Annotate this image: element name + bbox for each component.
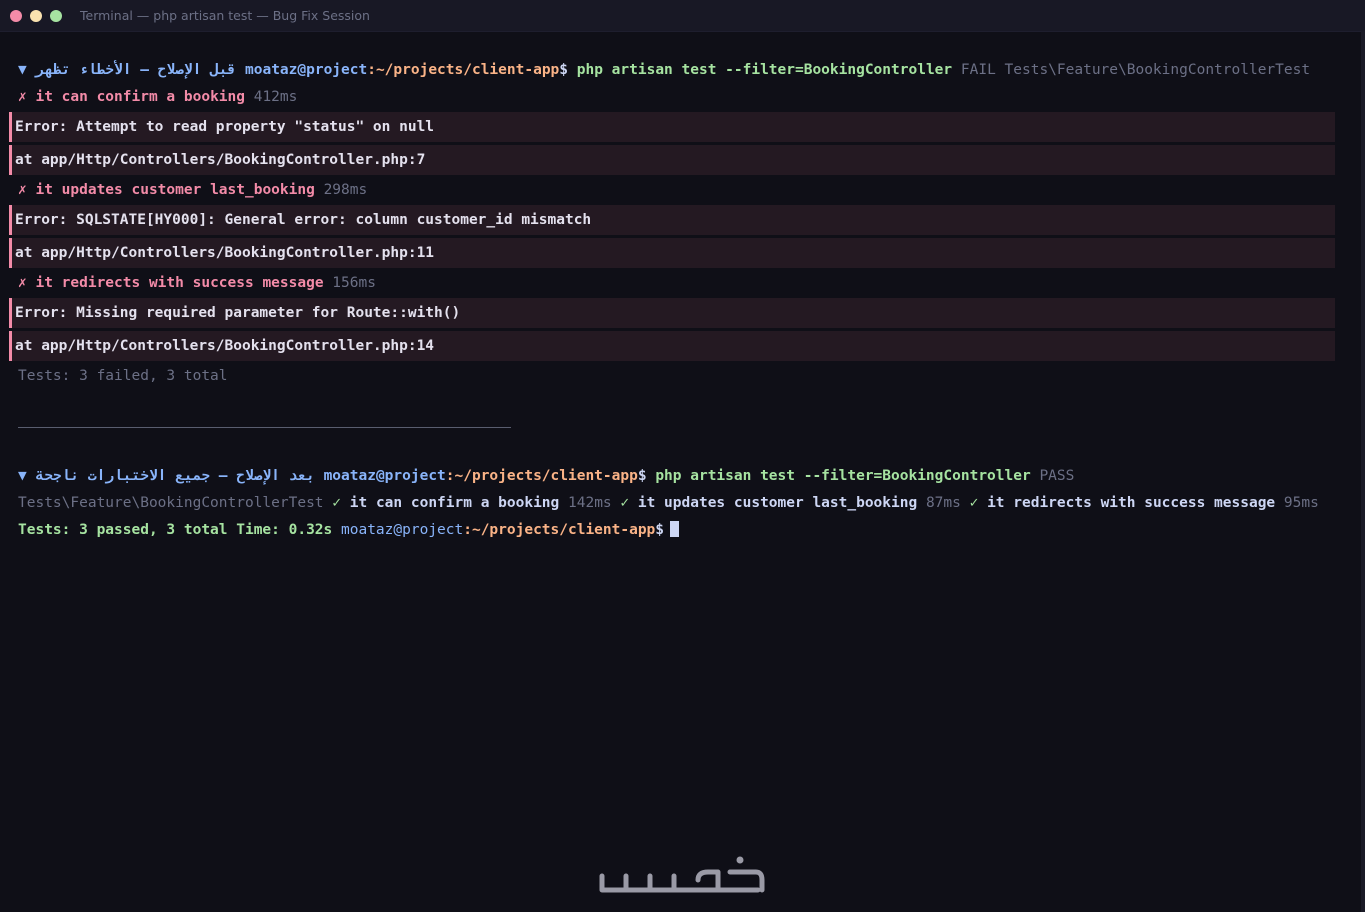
pass-check-icon: ✓: [969, 495, 979, 511]
error-location: at app/Http/Controllers/BookingControlle…: [9, 331, 1335, 361]
test-name: it redirects with success message: [987, 495, 1276, 511]
test-name: it updates customer last_booking: [35, 182, 315, 198]
error-location-text: at app/Http/Controllers/BookingControlle…: [15, 245, 435, 261]
error-message: Error: SQLSTATE[HY000]: General error: c…: [9, 205, 1335, 235]
after-heading: بعد الإصلاح — جميع الاختبارات ناجحة: [35, 468, 315, 484]
prompt-sign: $: [655, 522, 665, 538]
test-time: 156ms: [332, 275, 376, 291]
fail-x-icon: ✗: [18, 182, 27, 198]
pass-check-icon: ✓: [332, 495, 342, 511]
khamsat-logo-mark: [599, 856, 765, 893]
error-message: Error: Attempt to read property "status"…: [9, 112, 1335, 142]
test-time: 142ms: [568, 495, 612, 511]
status-pass: PASS: [1039, 468, 1075, 484]
pass-results-line: Tests\Feature\BookingControllerTest ✓ it…: [18, 491, 1346, 518]
prompt-user-host: moataz@project: [323, 468, 446, 484]
before-heading: قبل الإصلاح — الأخطاء تظهر: [35, 62, 237, 78]
section-divider: [18, 427, 511, 428]
prompt-user-host: moataz@project: [245, 62, 368, 78]
test-time: 412ms: [253, 89, 298, 105]
prompt-user-host: moataz@project: [341, 522, 464, 538]
error-location: at app/Http/Controllers/BookingControlle…: [9, 238, 1335, 268]
minimize-window-button[interactable]: [30, 9, 42, 22]
terminal-cursor[interactable]: [670, 521, 680, 537]
collapse-arrow-icon[interactable]: ▼: [18, 62, 27, 78]
error-message: Error: Missing required parameter for Ro…: [9, 298, 1335, 328]
window-titlebar: Terminal — php artisan test — Bug Fix Se…: [0, 0, 1365, 32]
error-text: Error: Missing required parameter for Ro…: [15, 305, 461, 321]
prompt-path: :~/projects/client-app: [463, 522, 656, 538]
prompt-sign: $: [559, 62, 569, 78]
fail-x-icon: ✗: [18, 89, 27, 105]
test-time: 298ms: [323, 182, 368, 198]
test-time: 87ms: [925, 495, 961, 511]
scrollbar[interactable]: [1361, 31, 1365, 912]
prompt-path: :~/projects/client-app: [367, 62, 560, 78]
collapse-arrow-icon[interactable]: ▼: [18, 468, 27, 484]
after-prompt-line: ▼ بعد الإصلاح — جميع الاختبارات ناجحة mo…: [18, 464, 1346, 491]
prompt-sign: $: [637, 468, 647, 484]
fail-x-icon: ✗: [18, 275, 27, 291]
pass-summary: Tests: 3 passed, 3 total Time: 0.32s: [18, 522, 333, 538]
final-prompt-line: Tests: 3 passed, 3 total Time: 0.32s moa…: [18, 518, 1346, 545]
error-text: Error: SQLSTATE[HY000]: General error: c…: [15, 212, 592, 228]
failed-test-line: ✗ it updates customer last_booking 298ms: [18, 178, 1346, 205]
command-text: php artisan test --filter=BookingControl…: [655, 468, 1031, 484]
test-name: it updates customer last_booking: [637, 495, 918, 511]
test-name: it can confirm a booking: [35, 89, 245, 105]
close-window-button[interactable]: [10, 9, 22, 22]
maximize-window-button[interactable]: [50, 9, 62, 22]
error-text: Error: Attempt to read property "status"…: [15, 119, 435, 135]
error-location-text: at app/Http/Controllers/BookingControlle…: [15, 152, 426, 168]
failed-test-line: ✗ it redirects with success message 156m…: [18, 271, 1346, 298]
khamsat-logo: [598, 852, 768, 900]
error-location: at app/Http/Controllers/BookingControlle…: [9, 145, 1335, 175]
failed-test-line: ✗ it can confirm a booking 412ms: [18, 85, 1346, 112]
test-suite-name: Tests\Feature\BookingControllerTest: [18, 495, 324, 511]
command-text: php artisan test --filter=BookingControl…: [576, 62, 953, 78]
terminal-output[interactable]: ▼ قبل الإصلاح — الأخطاء تظهر moataz@proj…: [9, 58, 1346, 545]
window-title: Terminal — php artisan test — Bug Fix Se…: [80, 8, 370, 23]
prompt-path: :~/projects/client-app: [445, 468, 638, 484]
test-time: 95ms: [1283, 495, 1319, 511]
error-location-text: at app/Http/Controllers/BookingControlle…: [15, 338, 435, 354]
test-name: it redirects with success message: [35, 275, 324, 291]
fail-summary: Tests: 3 failed, 3 total: [18, 368, 228, 384]
pass-check-icon: ✓: [620, 495, 630, 511]
test-suite-name: Tests\Feature\BookingControllerTest: [1004, 62, 1311, 78]
before-prompt-line: ▼ قبل الإصلاح — الأخطاء تظهر moataz@proj…: [18, 58, 1346, 85]
status-fail: FAIL: [960, 62, 996, 78]
test-name: it can confirm a booking: [349, 495, 560, 511]
